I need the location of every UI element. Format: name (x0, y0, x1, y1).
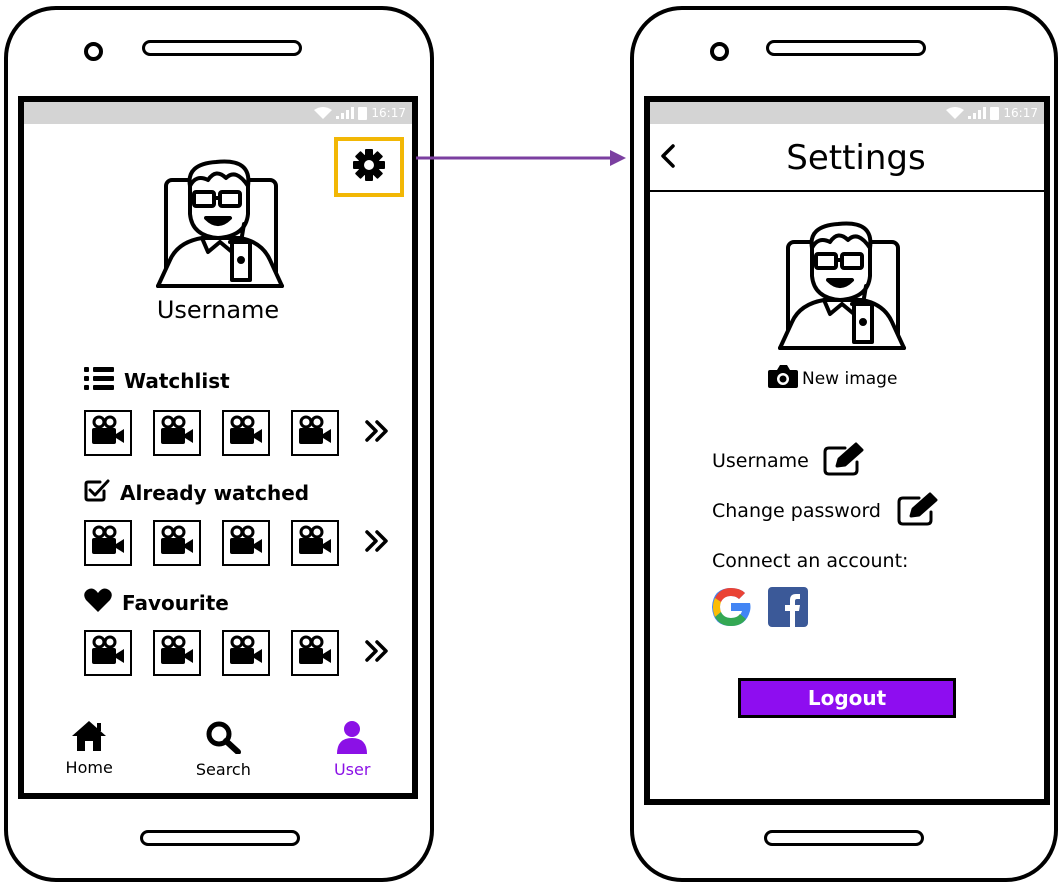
movie-thumbnail[interactable] (291, 520, 339, 566)
user-icon (336, 720, 368, 758)
google-icon (710, 588, 752, 632)
facebook-icon (768, 587, 808, 631)
profile-phone: 16:17 Username Watchlist Already watched… (4, 6, 434, 882)
username-row: Username (712, 442, 865, 480)
edit-icon (897, 492, 939, 530)
movie-camera-icon (228, 415, 264, 451)
favourite-row (84, 630, 390, 676)
movie-thumbnail[interactable] (291, 410, 339, 456)
change-password-row: Change password (712, 492, 939, 530)
status-bar: 16:17 (650, 102, 1044, 124)
front-camera (84, 42, 103, 61)
wifi-icon (314, 107, 333, 119)
nav-search[interactable]: Search (196, 720, 251, 779)
camera-icon (768, 364, 798, 393)
flow-arrow (416, 148, 630, 172)
front-camera (710, 42, 729, 61)
list-icon (84, 366, 114, 395)
profile-screen: 16:17 Username Watchlist Already watched… (18, 96, 418, 799)
watchlist-header: Watchlist (84, 366, 230, 395)
checkbox-icon (84, 478, 110, 507)
movie-camera-icon (297, 635, 333, 671)
already-watched-row (84, 520, 390, 566)
movie-camera-icon (159, 415, 195, 451)
movie-camera-icon (228, 635, 264, 671)
nav-home[interactable]: Home (66, 720, 113, 779)
movie-thumbnail[interactable] (153, 630, 201, 676)
new-image-button[interactable]: New image (768, 364, 897, 393)
heart-icon (84, 588, 112, 617)
wifi-icon (946, 107, 965, 119)
movie-thumbnail[interactable] (222, 630, 270, 676)
favourite-header: Favourite (84, 588, 229, 617)
home-bar (764, 830, 924, 846)
movie-thumbnail[interactable] (84, 520, 132, 566)
movie-camera-icon (228, 525, 264, 561)
movie-camera-icon (90, 635, 126, 671)
new-image-label: New image (802, 368, 898, 389)
search-icon (205, 720, 242, 758)
movie-thumbnail[interactable] (84, 410, 132, 456)
section-label: Watchlist (124, 368, 230, 393)
connect-account-label: Connect an account: (712, 550, 909, 572)
show-more-button[interactable] (364, 419, 390, 447)
home-icon (71, 720, 107, 756)
signal-icon (968, 107, 987, 119)
double-chevron-right-icon (364, 420, 390, 447)
double-chevron-right-icon (364, 640, 390, 667)
movie-thumbnail[interactable] (84, 630, 132, 676)
speaker-grille (766, 40, 926, 56)
google-connect-button[interactable] (710, 586, 752, 632)
gear-icon (352, 148, 386, 186)
show-more-button[interactable] (364, 639, 390, 667)
section-label: Already watched (120, 480, 310, 505)
movie-camera-icon (297, 415, 333, 451)
edit-icon (823, 442, 865, 480)
battery-icon (358, 106, 368, 120)
movie-camera-icon (90, 525, 126, 561)
movie-camera-icon (159, 525, 195, 561)
section-label: Favourite (122, 590, 229, 615)
movie-thumbnail[interactable] (153, 410, 201, 456)
show-more-button[interactable] (364, 529, 390, 557)
watchlist-row (84, 410, 390, 456)
avatar (156, 158, 286, 288)
nav-user[interactable]: User (334, 720, 370, 779)
signal-icon (336, 107, 355, 119)
nav-label: Home (65, 758, 113, 777)
movie-thumbnail[interactable] (291, 630, 339, 676)
movie-camera-icon (297, 525, 333, 561)
movie-camera-icon (159, 635, 195, 671)
settings-screen: 16:17 Settings New image Username Change… (644, 96, 1050, 805)
header-divider (650, 190, 1044, 192)
nav-label: User (333, 760, 371, 779)
edit-username-button[interactable] (823, 442, 865, 480)
bottom-nav: Home Search User (24, 720, 412, 779)
status-time: 16:17 (371, 106, 406, 120)
logout-button[interactable]: Logout (738, 678, 956, 718)
battery-icon (990, 106, 1000, 120)
movie-camera-icon (90, 415, 126, 451)
movie-thumbnail[interactable] (222, 410, 270, 456)
double-chevron-right-icon (364, 530, 390, 557)
nav-label: Search (195, 760, 251, 779)
avatar (778, 220, 908, 350)
already-watched-header: Already watched (84, 478, 309, 507)
username-label: Username (712, 450, 809, 472)
movie-thumbnail[interactable] (222, 520, 270, 566)
movie-thumbnail[interactable] (153, 520, 201, 566)
settings-button[interactable] (334, 137, 404, 197)
facebook-connect-button[interactable] (768, 587, 808, 631)
settings-phone: 16:17 Settings New image Username Change… (630, 6, 1058, 882)
change-password-label: Change password (712, 500, 881, 522)
status-time: 16:17 (1003, 106, 1038, 120)
edit-password-button[interactable] (897, 492, 939, 530)
profile-username: Username (156, 296, 280, 324)
page-title: Settings (786, 138, 926, 178)
speaker-grille (142, 40, 302, 56)
status-bar: 16:17 (24, 102, 412, 124)
home-bar (140, 830, 300, 846)
